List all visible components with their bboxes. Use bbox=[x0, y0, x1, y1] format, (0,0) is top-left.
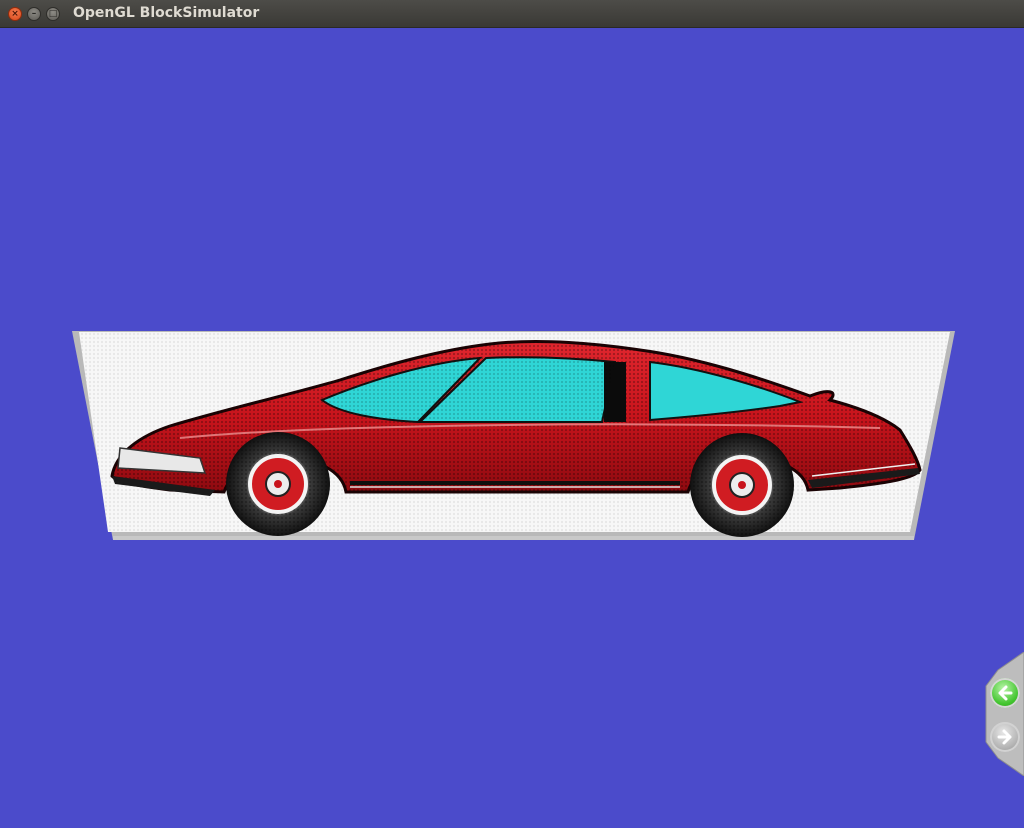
maximize-icon: □ bbox=[48, 8, 58, 19]
close-icon: × bbox=[11, 8, 19, 19]
opengl-viewport[interactable] bbox=[0, 28, 1024, 828]
nav-panel bbox=[985, 652, 1024, 776]
arrow-left-icon bbox=[998, 685, 1013, 701]
window-title: OpenGL BlockSimulator bbox=[73, 5, 260, 21]
close-button[interactable]: × bbox=[8, 7, 22, 21]
app-window: × – □ OpenGL BlockSimulator bbox=[0, 0, 1024, 828]
maximize-button[interactable]: □ bbox=[46, 7, 60, 21]
minimize-icon: – bbox=[31, 8, 37, 19]
back-button[interactable] bbox=[990, 678, 1020, 708]
minimize-button[interactable]: – bbox=[27, 7, 41, 21]
arrow-right-icon bbox=[997, 729, 1012, 745]
front-wheel bbox=[226, 432, 330, 536]
forward-button[interactable] bbox=[990, 722, 1020, 752]
rear-wheel bbox=[690, 433, 794, 537]
title-bar: × – □ OpenGL BlockSimulator bbox=[0, 0, 1024, 28]
